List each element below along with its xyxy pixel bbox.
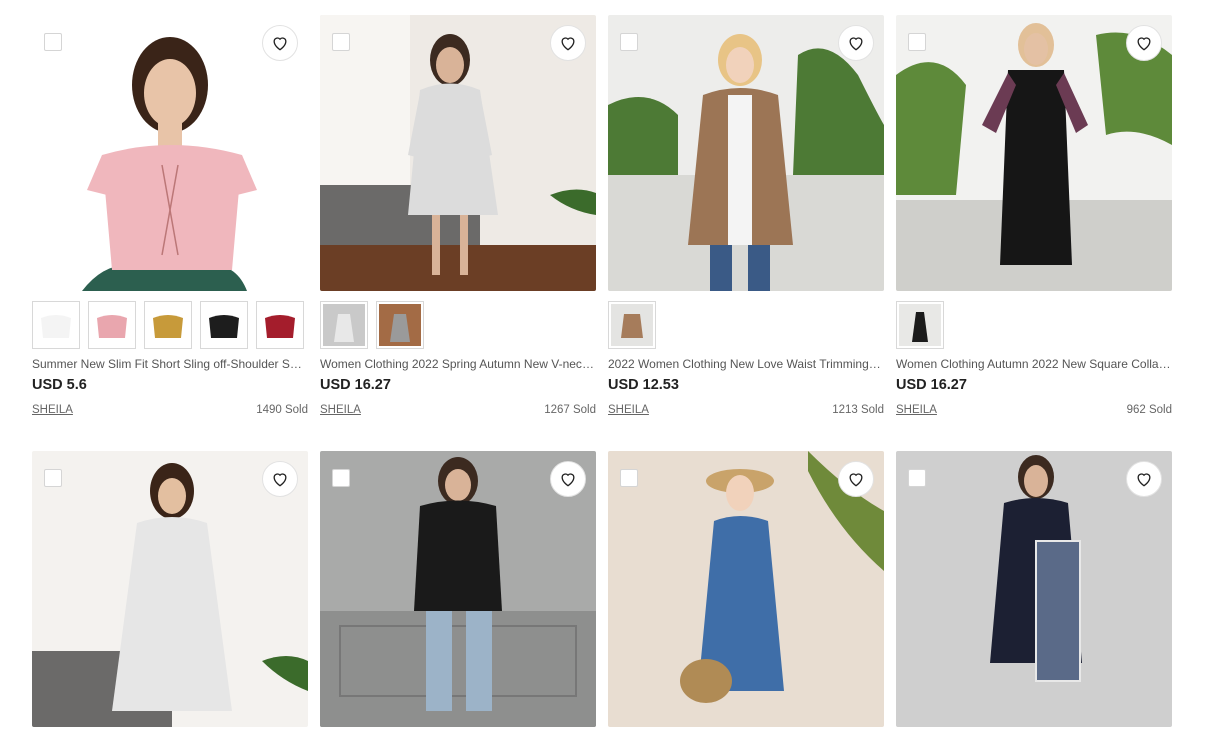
product-card[interactable]: Summer New Slim Fit Short Sling off-Shou… [32, 15, 308, 416]
product-price: USD 5.6 [32, 377, 87, 393]
product-price: USD 16.27 [320, 377, 391, 393]
heart-icon [849, 473, 863, 487]
product-photo [896, 15, 1172, 291]
favorite-button[interactable] [550, 461, 586, 497]
swatch-shirt-image [209, 315, 239, 338]
product-image[interactable] [320, 451, 596, 727]
select-checkbox[interactable] [908, 33, 926, 51]
product-price: USD 16.27 [896, 377, 967, 393]
select-checkbox[interactable] [620, 33, 638, 51]
product-image[interactable] [32, 451, 308, 727]
swatch-dress-image [323, 304, 365, 346]
product-card[interactable] [896, 451, 1172, 727]
product-image[interactable] [896, 451, 1172, 727]
select-checkbox[interactable] [332, 469, 350, 487]
product-image[interactable] [608, 15, 884, 291]
favorite-button[interactable] [1126, 25, 1162, 61]
color-swatches [896, 301, 1172, 349]
product-photo [608, 15, 884, 291]
color-swatch[interactable] [88, 301, 136, 349]
favorite-button[interactable] [838, 25, 874, 61]
select-checkbox[interactable] [908, 469, 926, 487]
favorite-button[interactable] [1126, 461, 1162, 497]
product-meta: SHEILA 1267 Sold [320, 404, 596, 416]
sold-count: 962 Sold [1126, 404, 1172, 416]
select-checkbox[interactable] [44, 33, 62, 51]
product-image[interactable] [896, 15, 1172, 291]
heart-icon [273, 473, 287, 487]
product-photo [896, 451, 1172, 727]
product-photo [32, 15, 308, 291]
product-card[interactable]: 2022 Women Clothing New Love Waist Trimm… [608, 15, 884, 416]
swatch-jacket-image [611, 304, 653, 346]
heart-icon [561, 473, 575, 487]
heart-icon [1137, 473, 1151, 487]
swatch-shirt-image [153, 315, 183, 338]
color-swatch[interactable] [256, 301, 304, 349]
product-title[interactable]: Women Clothing Autumn 2022 New Square Co… [896, 357, 1172, 371]
seller-link[interactable]: SHEILA [608, 404, 649, 416]
product-photo [608, 451, 884, 727]
swatch-shirt-image [41, 315, 71, 338]
product-title[interactable]: Summer New Slim Fit Short Sling off-Shou… [32, 357, 308, 371]
favorite-button[interactable] [550, 25, 586, 61]
product-card[interactable] [320, 451, 596, 727]
product-image[interactable] [608, 451, 884, 727]
product-grid: Summer New Slim Fit Short Sling off-Shou… [0, 0, 1205, 736]
product-price: USD 12.53 [608, 377, 679, 393]
color-swatch[interactable] [144, 301, 192, 349]
product-meta: SHEILA 1490 Sold [32, 404, 308, 416]
product-card[interactable]: Women Clothing 2022 Spring Autumn New V-… [320, 15, 596, 416]
product-card[interactable]: Women Clothing Autumn 2022 New Square Co… [896, 15, 1172, 416]
heart-icon [273, 37, 287, 51]
product-card[interactable] [32, 451, 308, 727]
color-swatches [608, 301, 884, 349]
heart-icon [849, 37, 863, 51]
sold-count: 1490 Sold [256, 404, 308, 416]
seller-link[interactable]: SHEILA [320, 404, 361, 416]
color-swatch[interactable] [376, 301, 424, 349]
sold-count: 1213 Sold [832, 404, 884, 416]
seller-link[interactable]: SHEILA [32, 404, 73, 416]
select-checkbox[interactable] [332, 33, 350, 51]
product-title[interactable]: 2022 Women Clothing New Love Waist Trimm… [608, 357, 884, 371]
select-checkbox[interactable] [620, 469, 638, 487]
product-card[interactable] [608, 451, 884, 727]
color-swatch[interactable] [32, 301, 80, 349]
color-swatch[interactable] [608, 301, 656, 349]
color-swatch[interactable] [320, 301, 368, 349]
swatch-shirt-image [97, 315, 127, 338]
swatch-shirt-image [265, 315, 295, 338]
product-photo [320, 15, 596, 291]
product-image[interactable] [320, 15, 596, 291]
color-swatches [320, 301, 596, 349]
favorite-button[interactable] [838, 461, 874, 497]
select-checkbox[interactable] [44, 469, 62, 487]
product-image[interactable] [32, 15, 308, 291]
color-swatch[interactable] [200, 301, 248, 349]
product-photo [32, 451, 308, 727]
favorite-button[interactable] [262, 461, 298, 497]
favorite-button[interactable] [262, 25, 298, 61]
swatch-dress-image [379, 304, 421, 346]
product-meta: SHEILA 1213 Sold [608, 404, 884, 416]
product-meta: SHEILA 962 Sold [896, 404, 1172, 416]
product-title[interactable]: Women Clothing 2022 Spring Autumn New V-… [320, 357, 596, 371]
heart-icon [561, 37, 575, 51]
product-photo [320, 451, 596, 727]
swatch-dress-image [899, 304, 941, 346]
heart-icon [1137, 37, 1151, 51]
sold-count: 1267 Sold [544, 404, 596, 416]
color-swatch[interactable] [896, 301, 944, 349]
seller-link[interactable]: SHEILA [896, 404, 937, 416]
color-swatches [32, 301, 308, 349]
